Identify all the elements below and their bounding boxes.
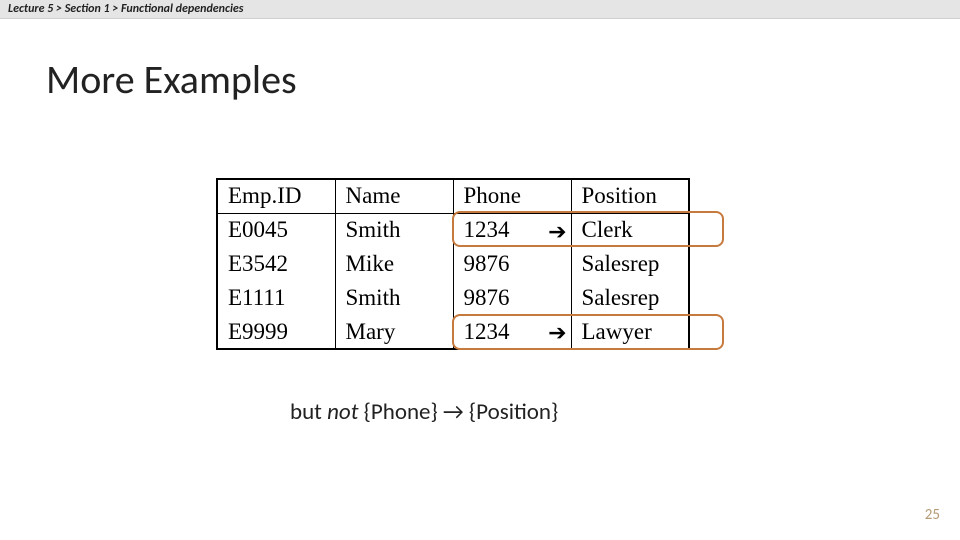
- cell-empid: E0045: [217, 213, 335, 247]
- col-phone: Phone: [453, 179, 571, 213]
- cell-empid: E9999: [217, 315, 335, 349]
- cell-position: Lawyer: [571, 315, 689, 349]
- cell-phone-value: 1234: [464, 217, 510, 242]
- arrow-icon: ➔: [548, 219, 566, 245]
- cell-phone: 9876: [453, 247, 571, 281]
- table-row: E3542 Mike 9876 Salesrep: [217, 247, 689, 281]
- cell-name: Smith: [335, 281, 453, 315]
- cell-position: Salesrep: [571, 281, 689, 315]
- breadcrumb: Lecture 5 > Section 1 > Functional depen…: [0, 0, 960, 19]
- slide-number: 25: [925, 506, 940, 524]
- col-name: Name: [335, 179, 453, 213]
- caption-pre: but: [290, 398, 327, 426]
- cell-phone-value: 1234: [464, 319, 510, 344]
- table-row: E9999 Mary 1234 ➔ Lawyer: [217, 315, 689, 349]
- cell-phone-value: 9876: [464, 285, 510, 310]
- page-title: More Examples: [46, 55, 960, 104]
- cell-name: Smith: [335, 213, 453, 247]
- cell-name: Mary: [335, 315, 453, 349]
- caption-post: {Phone} → {Position}: [358, 398, 558, 426]
- cell-phone: 1234 ➔: [453, 213, 571, 247]
- caption-not: not: [327, 398, 358, 426]
- cell-empid: E3542: [217, 247, 335, 281]
- caption: but not {Phone} → {Position}: [290, 398, 558, 426]
- cell-name: Mike: [335, 247, 453, 281]
- table-row: E1111 Smith 9876 Salesrep: [217, 281, 689, 315]
- cell-position: Clerk: [571, 213, 689, 247]
- cell-empid: E1111: [217, 281, 335, 315]
- table-header-row: Emp.ID Name Phone Position: [217, 179, 689, 213]
- cell-position: Salesrep: [571, 247, 689, 281]
- example-table: Emp.ID Name Phone Position E0045 Smith 1…: [216, 178, 690, 350]
- col-empid: Emp.ID: [217, 179, 335, 213]
- cell-phone-value: 9876: [464, 251, 510, 276]
- cell-phone: 1234 ➔: [453, 315, 571, 349]
- table-row: E0045 Smith 1234 ➔ Clerk: [217, 213, 689, 247]
- cell-phone: 9876: [453, 281, 571, 315]
- col-position: Position: [571, 179, 689, 213]
- breadcrumb-text: Lecture 5 > Section 1 > Functional depen…: [8, 2, 244, 16]
- arrow-icon: ➔: [548, 320, 566, 346]
